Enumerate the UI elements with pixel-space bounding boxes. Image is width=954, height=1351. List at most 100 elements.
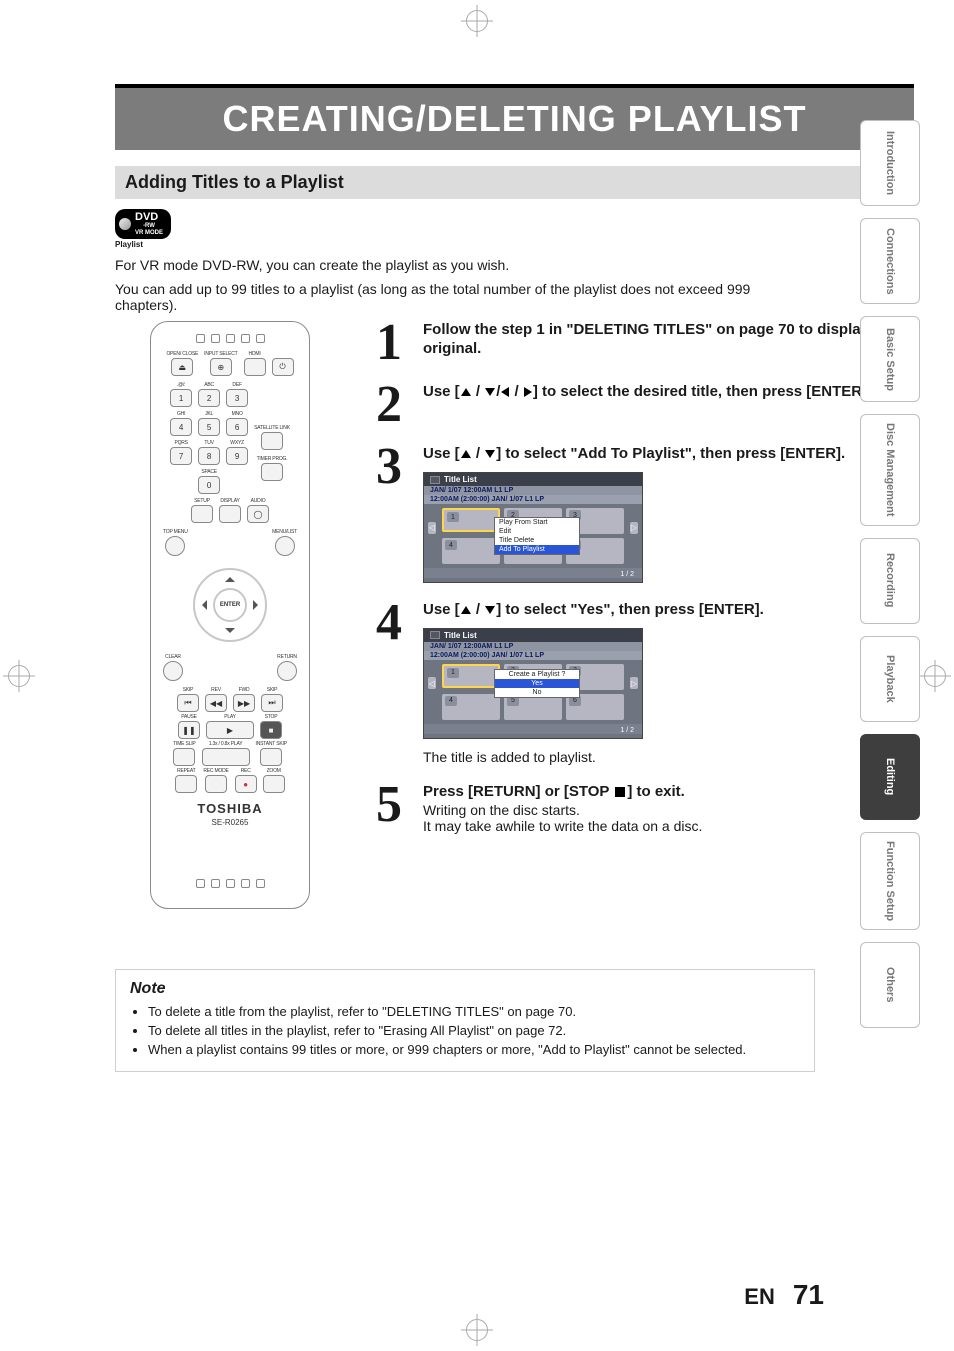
step-number: 2 <box>369 383 409 427</box>
tab-disc-management[interactable]: Disc Management <box>860 414 920 526</box>
titlelist-icon <box>430 476 440 484</box>
tab-others[interactable]: Others <box>860 942 920 1028</box>
section-tabs: Introduction Connections Basic Setup Dis… <box>860 120 920 1028</box>
remote-label-hdmi: HDMI <box>249 351 261 357</box>
note-box: Note To delete a title from the playlist… <box>115 969 815 1072</box>
remote-btn-rec[interactable]: ● <box>235 775 257 793</box>
step-4-result: The title is added to playlist. <box>423 749 914 765</box>
badge-sub2: VR MODE <box>135 230 163 237</box>
tab-playback[interactable]: Playback <box>860 636 920 722</box>
up-arrow-icon <box>461 388 471 396</box>
dvd-rw-badge: DVD -RW VR MODE Playlist <box>115 199 914 249</box>
tab-introduction[interactable]: Introduction <box>860 120 920 206</box>
remote-btn-pause[interactable]: ❚❚ <box>178 721 200 739</box>
remote-key-4[interactable]: 4 <box>170 418 192 436</box>
page-title: CREATING/DELETING PLAYLIST <box>115 84 914 150</box>
step-1-text: Follow the step 1 in "DELETING TITLES" o… <box>423 321 914 359</box>
remote-btn-recmode[interactable] <box>205 775 227 793</box>
remote-key-9[interactable]: 9 <box>226 447 248 465</box>
remote-btn-input-select[interactable]: ⊕ <box>210 358 232 376</box>
step-5: 5 Press [RETURN] or [STOP ] to exit. Wri… <box>369 783 914 834</box>
remote-btn-open-close[interactable]: ⏏ <box>171 358 193 376</box>
step-2: 2 Use [ / / / ] to select the desired ti… <box>369 383 914 427</box>
remote-btn-stop[interactable]: ■ <box>260 721 282 739</box>
remote-btn-skip-back[interactable]: ⏮ <box>177 694 199 712</box>
badge-sub1: -RW <box>135 223 163 230</box>
registration-mark-bottom <box>466 1319 488 1341</box>
remote-btn-zoom[interactable] <box>263 775 285 793</box>
remote-key-8[interactable]: 8 <box>198 447 220 465</box>
remote-key-6[interactable]: 6 <box>226 418 248 436</box>
remote-btn-skip-fwd[interactable]: ⏭ <box>261 694 283 712</box>
osd-info-line2: 12:00AM (2:00:00) JAN/ 1/07 L1 LP <box>424 651 642 660</box>
remote-btn-display[interactable] <box>219 505 241 523</box>
step-4: 4 Use [ / ] to select "Yes", then press … <box>369 601 914 765</box>
osd-pager: 1 / 2 <box>424 568 642 578</box>
osd-pager: 1 / 2 <box>424 724 642 734</box>
osd-title-list-add: Title List JAN/ 1/07 12:00AM L1 LP 12:00… <box>423 472 643 583</box>
osd-confirm-dialog: Create a Playlist ? Yes No <box>494 669 580 698</box>
step-list: 1 Follow the step 1 in "DELETING TITLES"… <box>369 321 914 909</box>
note-item: When a playlist contains 99 titles or mo… <box>148 1042 800 1057</box>
remote-key-3[interactable]: 3 <box>226 389 248 407</box>
remote-btn-hdmi[interactable] <box>244 358 266 376</box>
remote-key-0[interactable]: 0 <box>198 476 220 494</box>
step-2-text: Use [ / / / ] to select the desired titl… <box>423 383 914 402</box>
badge-main: DVD <box>135 211 158 223</box>
registration-mark-right <box>924 665 946 687</box>
tab-connections[interactable]: Connections <box>860 218 920 304</box>
step-number: 3 <box>369 445 409 583</box>
section-heading: Adding Titles to a Playlist <box>115 166 914 199</box>
osd-menu-play-from-start: Play From Start <box>495 518 579 527</box>
step-5-body-2: It may take awhile to write the data on … <box>423 818 914 834</box>
remote-btn-speedplay[interactable] <box>202 748 250 766</box>
step-1: 1 Follow the step 1 in "DELETING TITLES"… <box>369 321 914 365</box>
registration-mark-top <box>466 10 488 32</box>
remote-btn-timer[interactable] <box>261 463 283 481</box>
remote-btn-audio[interactable]: ◯ <box>247 505 269 523</box>
step-number: 1 <box>369 321 409 365</box>
remote-label-timer: TIMER PROG. <box>257 456 288 462</box>
step-5-body-1: Writing on the disc starts. <box>423 802 914 818</box>
remote-key-7[interactable]: 7 <box>170 447 192 465</box>
remote-key-5[interactable]: 5 <box>198 418 220 436</box>
remote-btn-menulist[interactable] <box>275 536 295 556</box>
remote-label-open-close: OPEN/ CLOSE <box>166 351 198 357</box>
titlelist-icon <box>430 631 440 639</box>
note-item: To delete a title from the playlist, ref… <box>148 1004 800 1019</box>
tab-recording[interactable]: Recording <box>860 538 920 624</box>
remote-label-topmenu: TOP MENU <box>163 529 188 535</box>
up-arrow-icon <box>461 606 471 614</box>
step-4-text: Use [ / ] to select "Yes", then press [E… <box>423 601 914 620</box>
remote-btn-timeslip[interactable] <box>173 748 195 766</box>
step-5-title: Press [RETURN] or [STOP ] to exit. <box>423 783 914 802</box>
remote-label-return: RETURN <box>277 654 297 660</box>
remote-btn-play[interactable]: ▶ <box>206 721 254 739</box>
remote-btn-rev[interactable]: ◀◀ <box>205 694 227 712</box>
remote-btn-satellite[interactable] <box>261 432 283 450</box>
remote-dpad[interactable]: ENTER <box>185 560 275 650</box>
remote-btn-return[interactable] <box>277 661 297 681</box>
remote-btn-repeat[interactable] <box>175 775 197 793</box>
remote-btn-fwd[interactable]: ▶▶ <box>233 694 255 712</box>
osd-title-list-confirm: Title List JAN/ 1/07 12:00AM L1 LP 12:00… <box>423 628 643 739</box>
remote-model: SE-R0265 <box>159 818 301 827</box>
step-number: 5 <box>369 783 409 834</box>
remote-key-1[interactable]: 1 <box>170 389 192 407</box>
osd-menu-edit: Edit <box>495 527 579 536</box>
remote-btn-topmenu[interactable] <box>165 536 185 556</box>
remote-btn-clear[interactable] <box>163 661 183 681</box>
step-number: 4 <box>369 601 409 765</box>
intro-paragraph-2: You can add up to 99 titles to a playlis… <box>115 281 815 313</box>
remote-btn-instantskip[interactable] <box>260 748 282 766</box>
remote-key-2[interactable]: 2 <box>198 389 220 407</box>
remote-label-input-select: INPUT SELECT <box>204 351 237 357</box>
remote-btn-power[interactable]: ⏻ <box>272 358 294 376</box>
tab-editing[interactable]: Editing <box>860 734 920 820</box>
tab-basic-setup[interactable]: Basic Setup <box>860 316 920 402</box>
tab-function-setup[interactable]: Function Setup <box>860 832 920 930</box>
page-footer: EN 71 <box>744 1279 824 1311</box>
stop-icon <box>615 787 625 797</box>
remote-btn-enter[interactable]: ENTER <box>213 588 247 622</box>
remote-btn-setup[interactable] <box>191 505 213 523</box>
